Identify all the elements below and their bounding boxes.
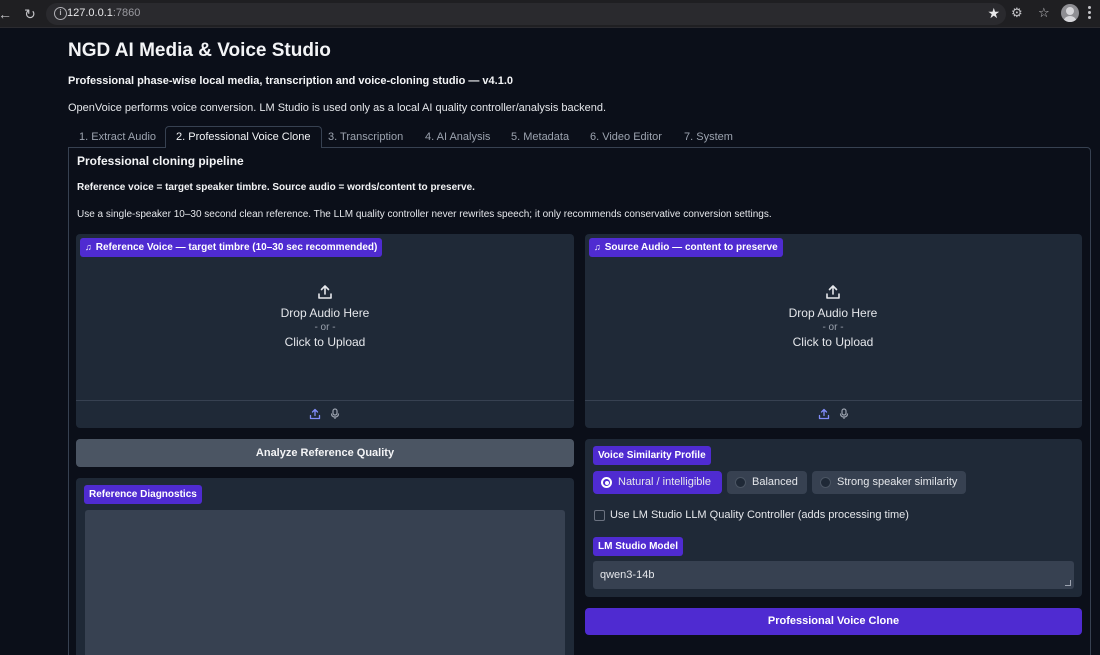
favorites-icon[interactable]: ☆ [1038, 5, 1050, 21]
tab-video-editor[interactable]: 6. Video Editor [590, 126, 662, 148]
radio-dot [601, 477, 612, 488]
app-description: OpenVoice performs voice conversion. LM … [68, 102, 607, 114]
tab-metadata[interactable]: 5. Metadata [511, 126, 569, 148]
tab-system[interactable]: 7. System [684, 126, 733, 148]
music-note-icon: ♫ [85, 242, 92, 252]
radio-label: Balanced [752, 476, 798, 488]
lm-studio-model-input[interactable]: qwen3-14b [593, 561, 1074, 589]
browser-menu-icon[interactable] [1088, 6, 1092, 22]
url-port: :7860 [112, 7, 141, 19]
tab-ai-analysis[interactable]: 4. AI Analysis [425, 126, 490, 148]
back-icon[interactable]: ← [0, 5, 14, 23]
source-click-text: Click to Upload [792, 335, 874, 349]
tab-extract-audio[interactable]: 1. Extract Audio [79, 126, 156, 148]
resize-handle-icon[interactable] [1065, 580, 1071, 586]
tab-professional-voice-clone[interactable]: 2. Professional Voice Clone [165, 126, 322, 148]
section-intro: Reference voice = target speaker timbre.… [77, 182, 475, 193]
address-url[interactable]: 127.0.0.1:7860 [67, 7, 140, 19]
reference-diagnostics-textarea[interactable] [85, 510, 565, 655]
source-audio-label: ♫ Source Audio — content to preserve [589, 238, 783, 257]
app-subtitle: Professional phase-wise local media, tra… [68, 75, 514, 87]
radio-label: Natural / intelligible [618, 476, 711, 488]
site-info-icon[interactable]: i [54, 7, 67, 20]
reference-divider [76, 400, 574, 401]
section-guidance: Use a single-speaker 10–30 second clean … [77, 209, 772, 220]
radio-label: Strong speaker similarity [837, 476, 958, 488]
upload-source-icon[interactable] [818, 408, 830, 420]
microphone-icon[interactable] [329, 408, 341, 420]
reference-upload-prompt[interactable]: Drop Audio Here - or - Click to Upload [225, 284, 425, 349]
url-host: 127.0.0.1 [67, 7, 113, 19]
radio-strong-speaker-similarity[interactable]: Strong speaker similarity [812, 471, 966, 494]
professional-voice-clone-button[interactable]: Professional Voice Clone [585, 608, 1082, 635]
upload-source-icon[interactable] [309, 408, 321, 420]
app-title: NGD AI Media & Voice Studio [68, 40, 331, 61]
reference-or-text: - or - [314, 322, 336, 333]
radio-dot [820, 477, 831, 488]
source-or-text: - or - [822, 322, 844, 333]
extensions-icon[interactable]: ⚙ [1011, 5, 1023, 21]
source-drop-text: Drop Audio Here [788, 306, 878, 320]
reference-drop-text: Drop Audio Here [280, 306, 370, 320]
lm-studio-model-label: LM Studio Model [593, 537, 683, 556]
llm-quality-controller-checkbox[interactable] [594, 510, 605, 521]
analyze-reference-button[interactable]: Analyze Reference Quality [76, 439, 574, 467]
source-audio-label-text: Source Audio — content to preserve [604, 242, 778, 253]
reference-click-text: Click to Upload [284, 335, 366, 349]
radio-balanced[interactable]: Balanced [727, 471, 807, 494]
reference-voice-label: ♫ Reference Voice — target timbre (10–30 … [80, 238, 383, 257]
music-note-icon: ♫ [594, 242, 601, 252]
microphone-icon[interactable] [838, 408, 850, 420]
reload-icon[interactable]: ↻ [21, 5, 39, 23]
profile-avatar[interactable] [1061, 4, 1079, 22]
tab-transcription[interactable]: 3. Transcription [328, 126, 403, 148]
lm-studio-model-value: qwen3-14b [600, 569, 655, 581]
reference-voice-label-text: Reference Voice — target timbre (10–30 s… [95, 242, 378, 253]
radio-dot [735, 477, 746, 488]
radio-natural-intelligible[interactable]: Natural / intelligible [593, 471, 722, 494]
upload-icon [318, 285, 332, 299]
source-divider [585, 400, 1082, 401]
source-upload-prompt[interactable]: Drop Audio Here - or - Click to Upload [733, 284, 933, 349]
address-bar[interactable]: i 127.0.0.1:7860 ★ [46, 3, 1006, 25]
section-title: Professional cloning pipeline [77, 154, 244, 168]
llm-quality-controller-label[interactable]: Use LM Studio LLM Quality Controller (ad… [610, 509, 909, 521]
voice-similarity-label: Voice Similarity Profile [593, 446, 711, 465]
bookmark-star-icon[interactable]: ★ [987, 5, 1000, 22]
upload-icon [826, 285, 840, 299]
reference-diagnostics-label: Reference Diagnostics [84, 485, 202, 504]
browser-toolbar: ← ↻ i 127.0.0.1:7860 ★ ⚙ ☆ [0, 0, 1100, 28]
